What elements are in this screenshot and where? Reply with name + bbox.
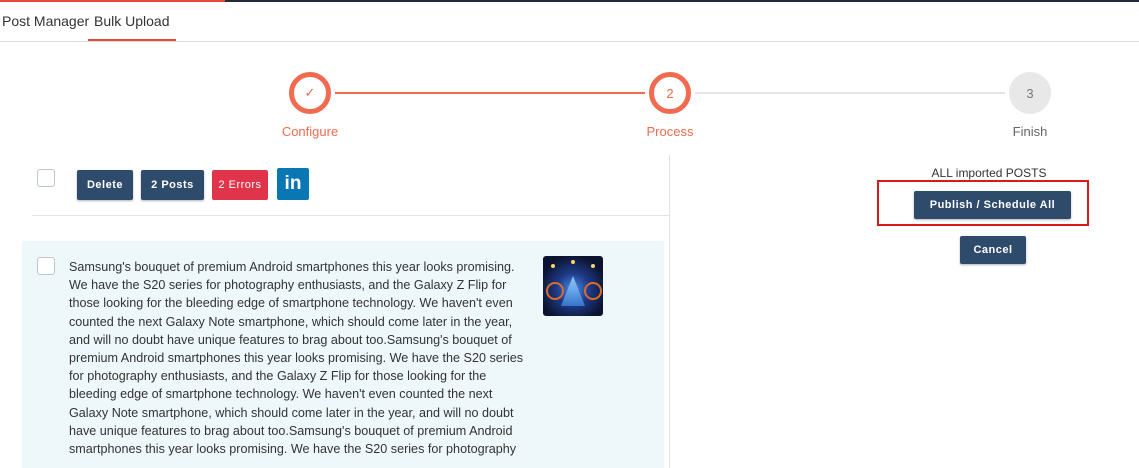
- step-finish-label: Finish: [1012, 124, 1048, 139]
- linkedin-icon[interactable]: in: [277, 168, 309, 200]
- imported-posts-label: ALL imported POSTS: [931, 166, 1047, 180]
- post-thumbnail[interactable]: [543, 256, 603, 316]
- thumbnail-light: [591, 264, 595, 268]
- publish-schedule-all-button[interactable]: Publish / Schedule All: [914, 191, 1071, 219]
- post-text: Samsung's bouquet of premium Android sma…: [69, 260, 524, 457]
- step-configure-circle: ✓: [289, 72, 331, 114]
- checkmark-icon: ✓: [304, 85, 316, 100]
- post-card: Samsung's bouquet of premium Android sma…: [22, 241, 664, 468]
- cancel-button[interactable]: Cancel: [960, 236, 1026, 264]
- step-process-label: Process: [646, 124, 694, 139]
- tab-bulk-upload[interactable]: Bulk Upload: [88, 2, 176, 41]
- thumbnail-ring-right: [584, 282, 602, 300]
- stepper-line-pending: [695, 92, 1005, 94]
- delete-button[interactable]: Delete: [77, 170, 133, 200]
- tab-bar: Post Manager Bulk Upload: [0, 2, 1139, 42]
- step-process-circle: 2: [649, 72, 691, 114]
- post-checkbox[interactable]: [37, 257, 55, 275]
- thumbnail-light: [571, 260, 575, 264]
- errors-count-button[interactable]: 2 Errors: [212, 170, 268, 200]
- thumbnail-light: [551, 264, 555, 268]
- linkedin-icon-glyph: in: [284, 173, 302, 194]
- thumbnail-ring-left: [546, 282, 564, 300]
- toolbar-divider: [32, 215, 669, 216]
- select-all-checkbox[interactable]: [37, 169, 55, 187]
- step-configure-label: Configure: [281, 124, 339, 139]
- thumbnail-stage-shape: [561, 276, 585, 306]
- tab-post-manager[interactable]: Post Manager: [2, 2, 89, 40]
- step-process-number: 2: [666, 85, 674, 101]
- step-finish-number: 3: [1026, 85, 1034, 101]
- posts-count-button[interactable]: 2 Posts: [141, 170, 204, 200]
- stepper-line-completed: [335, 92, 645, 94]
- step-finish-circle: 3: [1009, 72, 1051, 114]
